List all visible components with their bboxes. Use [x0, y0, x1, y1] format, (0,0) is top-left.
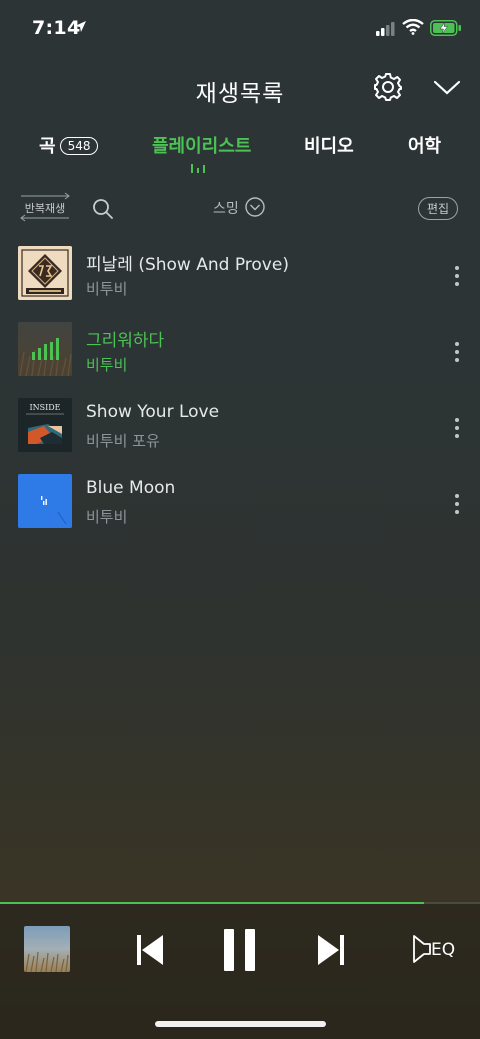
eq-label: EQ	[431, 940, 456, 960]
now-playing-art[interactable]	[24, 926, 70, 972]
list-item[interactable]: Blue Moon 비투비	[0, 472, 480, 532]
pause-icon[interactable]	[223, 928, 257, 972]
tab-label: 비디오	[304, 136, 354, 157]
tab-label: 플레이리스트	[152, 136, 252, 157]
album-art-inside: INSIDE	[18, 398, 72, 452]
song-title: Show Your Love	[86, 402, 220, 422]
repeat-button[interactable]: 반복재생	[17, 192, 73, 222]
album-art	[18, 246, 72, 300]
tab-language[interactable]: 어학	[408, 132, 441, 158]
song-title: Blue Moon	[86, 478, 176, 498]
location-arrow-icon	[75, 21, 86, 32]
song-title: 그리워하다	[86, 331, 165, 351]
tab-songs[interactable]: 곡 548	[39, 132, 99, 158]
tab-video[interactable]: 비디오	[304, 132, 354, 158]
battery-charging-icon	[430, 20, 461, 36]
album-art-finale	[18, 246, 72, 300]
album-art-text: INSIDE	[29, 403, 60, 412]
list-item[interactable]: 그리워하다 비투비	[0, 320, 480, 380]
album-art-missing-you	[18, 322, 72, 376]
edit-button[interactable]: 편집	[418, 197, 459, 220]
gear-icon[interactable]	[373, 72, 403, 102]
wifi-icon	[402, 19, 424, 35]
album-art: INSIDE	[18, 398, 72, 452]
previous-track-icon[interactable]	[136, 933, 164, 967]
next-track-icon[interactable]	[317, 933, 345, 967]
more-options-icon[interactable]	[450, 264, 464, 288]
more-options-icon[interactable]	[450, 340, 464, 364]
status-bar: 7:14	[0, 0, 480, 58]
song-count-badge: 548	[59, 137, 99, 155]
playing-indicator-icon	[191, 164, 205, 173]
song-artist: 비투비 포유	[86, 432, 160, 450]
equalizer-button[interactable]: EQ	[412, 934, 460, 966]
tab-playlist[interactable]: 플레이리스트	[152, 132, 251, 158]
list-item[interactable]: 피날레 (Show And Prove) 비투비	[0, 244, 480, 304]
song-artist: 비투비	[86, 508, 128, 526]
search-icon[interactable]	[92, 198, 114, 220]
home-indicator[interactable]	[155, 1021, 326, 1027]
list-item[interactable]: INSIDE Show Your Love 비투비 포유	[0, 396, 480, 456]
header: 재생목록	[0, 70, 480, 110]
mini-player: EQ	[0, 904, 480, 1039]
chevron-down-circle-icon[interactable]	[245, 197, 265, 217]
now-playing-art-image	[24, 926, 70, 972]
song-artist: 비투비	[86, 280, 128, 298]
sort-label[interactable]: 스밍	[213, 198, 239, 218]
more-options-icon[interactable]	[450, 492, 464, 516]
more-options-icon[interactable]	[450, 416, 464, 440]
tab-label: 어학	[408, 136, 442, 157]
album-art	[18, 322, 72, 376]
page-title: 재생목록	[195, 81, 285, 107]
song-title: 피날레 (Show And Prove)	[86, 255, 289, 275]
tab-label: 곡	[39, 136, 56, 157]
tab-bar: 곡 548 플레이리스트 비디오 어학	[0, 128, 480, 176]
album-art	[18, 474, 72, 528]
repeat-label: 반복재생	[24, 202, 66, 215]
song-artist: 비투비	[86, 356, 128, 374]
cellular-signal-icon	[376, 22, 395, 36]
chevron-down-icon[interactable]	[434, 80, 460, 96]
album-art-blue-moon	[18, 474, 72, 528]
playlist-toolbar: 반복재생 스밍 편집	[0, 190, 480, 226]
